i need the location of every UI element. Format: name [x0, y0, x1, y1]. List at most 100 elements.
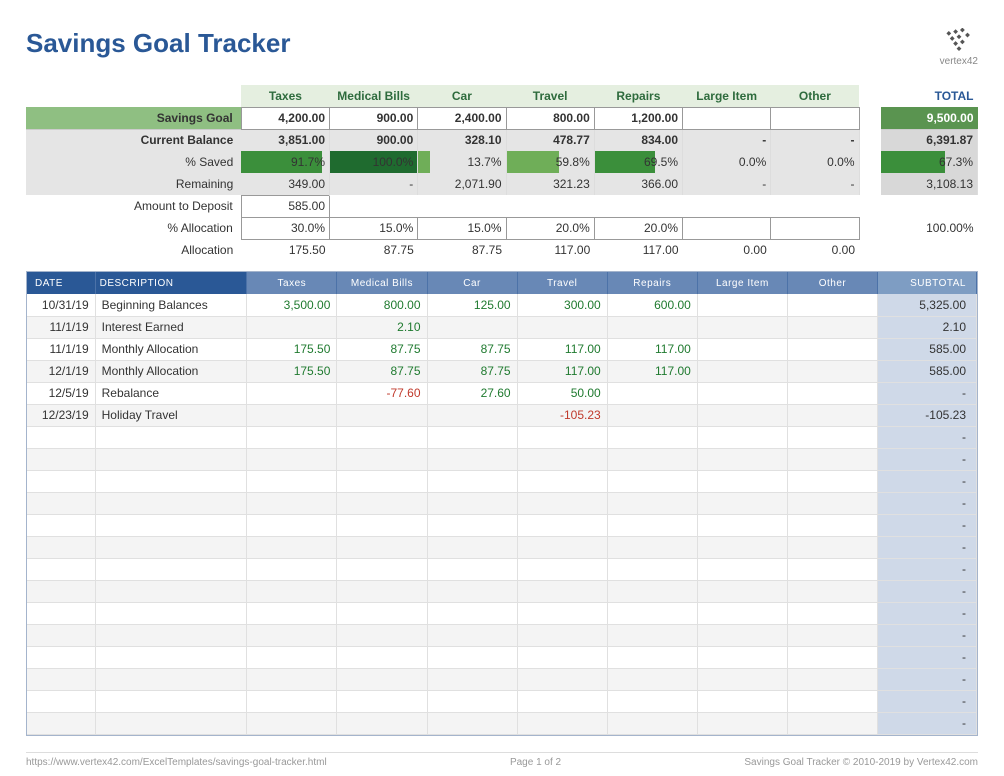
txn-val[interactable]	[517, 580, 607, 602]
txn-desc[interactable]	[95, 712, 247, 734]
txn-val[interactable]	[247, 536, 337, 558]
txn-val[interactable]	[607, 646, 697, 668]
txn-val[interactable]	[517, 536, 607, 558]
txn-val[interactable]: 27.60	[427, 382, 517, 404]
alloc-pct-cell[interactable]	[683, 217, 771, 239]
txn-date[interactable]	[27, 470, 95, 492]
goal-cell[interactable]	[683, 107, 771, 129]
txn-date[interactable]	[27, 514, 95, 536]
txn-val[interactable]	[517, 470, 607, 492]
txn-val[interactable]	[427, 536, 517, 558]
deposit-cell[interactable]: 585.00	[241, 195, 329, 217]
txn-val[interactable]	[697, 426, 787, 448]
txn-val[interactable]	[787, 690, 877, 712]
txn-val[interactable]	[247, 580, 337, 602]
txn-val[interactable]	[697, 624, 787, 646]
table-row[interactable]: -	[27, 602, 977, 624]
txn-val[interactable]	[517, 316, 607, 338]
txn-val[interactable]	[337, 492, 427, 514]
alloc-pct-cell[interactable]: 30.0%	[241, 217, 329, 239]
txn-desc[interactable]	[95, 514, 247, 536]
txn-desc[interactable]: Monthly Allocation	[95, 338, 247, 360]
txn-val[interactable]	[517, 448, 607, 470]
txn-val[interactable]	[427, 448, 517, 470]
txn-val[interactable]	[697, 404, 787, 426]
txn-date[interactable]	[27, 580, 95, 602]
goal-cell[interactable]	[771, 107, 859, 129]
txn-val[interactable]	[787, 426, 877, 448]
txn-date[interactable]	[27, 646, 95, 668]
txn-desc[interactable]: Monthly Allocation	[95, 360, 247, 382]
txn-val[interactable]	[787, 382, 877, 404]
txn-val[interactable]	[697, 690, 787, 712]
txn-val[interactable]	[427, 492, 517, 514]
txn-val[interactable]	[607, 536, 697, 558]
txn-date[interactable]: 12/1/19	[27, 360, 95, 382]
txn-val[interactable]	[517, 624, 607, 646]
txn-val[interactable]	[247, 448, 337, 470]
txn-val[interactable]	[787, 602, 877, 624]
txn-desc[interactable]	[95, 624, 247, 646]
txn-val[interactable]: 117.00	[607, 338, 697, 360]
txn-val[interactable]	[427, 580, 517, 602]
txn-val[interactable]	[787, 316, 877, 338]
txn-val[interactable]: 87.75	[337, 360, 427, 382]
txn-val[interactable]	[337, 624, 427, 646]
txn-val[interactable]	[787, 360, 877, 382]
goal-cell[interactable]: 1,200.00	[594, 107, 682, 129]
txn-val[interactable]	[517, 646, 607, 668]
txn-val[interactable]	[607, 690, 697, 712]
txn-val[interactable]	[517, 558, 607, 580]
txn-val[interactable]	[247, 316, 337, 338]
txn-val[interactable]	[247, 404, 337, 426]
txn-date[interactable]	[27, 448, 95, 470]
txn-val[interactable]	[337, 602, 427, 624]
txn-val[interactable]	[247, 646, 337, 668]
txn-date[interactable]	[27, 668, 95, 690]
txn-val[interactable]	[697, 712, 787, 734]
txn-val[interactable]	[697, 514, 787, 536]
txn-desc[interactable]: Interest Earned	[95, 316, 247, 338]
txn-val[interactable]	[607, 514, 697, 536]
txn-val[interactable]	[787, 668, 877, 690]
txn-val[interactable]	[697, 602, 787, 624]
table-row[interactable]: -	[27, 470, 977, 492]
txn-date[interactable]	[27, 558, 95, 580]
txn-val[interactable]	[337, 646, 427, 668]
alloc-pct-cell[interactable]	[771, 217, 859, 239]
txn-date[interactable]	[27, 536, 95, 558]
txn-val[interactable]	[337, 668, 427, 690]
table-row[interactable]: 10/31/19Beginning Balances3,500.00800.00…	[27, 294, 977, 316]
txn-date[interactable]: 11/1/19	[27, 338, 95, 360]
txn-val[interactable]	[427, 668, 517, 690]
txn-desc[interactable]	[95, 580, 247, 602]
txn-date[interactable]	[27, 602, 95, 624]
txn-val[interactable]	[787, 558, 877, 580]
txn-val[interactable]	[247, 690, 337, 712]
txn-val[interactable]	[787, 338, 877, 360]
table-row[interactable]: -	[27, 712, 977, 734]
txn-val[interactable]: 600.00	[607, 294, 697, 316]
txn-desc[interactable]	[95, 646, 247, 668]
table-row[interactable]: 12/5/19Rebalance-77.6027.6050.00-	[27, 382, 977, 404]
txn-val[interactable]	[247, 382, 337, 404]
txn-val[interactable]	[607, 492, 697, 514]
table-row[interactable]: -	[27, 426, 977, 448]
txn-date[interactable]: 11/1/19	[27, 316, 95, 338]
txn-val[interactable]	[247, 624, 337, 646]
txn-date[interactable]: 12/23/19	[27, 404, 95, 426]
txn-val[interactable]: 175.50	[247, 338, 337, 360]
txn-val[interactable]	[607, 316, 697, 338]
txn-val[interactable]	[427, 404, 517, 426]
txn-desc[interactable]	[95, 536, 247, 558]
txn-val[interactable]	[247, 712, 337, 734]
txn-val[interactable]	[517, 514, 607, 536]
txn-val[interactable]	[607, 404, 697, 426]
txn-val[interactable]	[697, 338, 787, 360]
table-row[interactable]: 12/1/19Monthly Allocation175.5087.7587.7…	[27, 360, 977, 382]
table-row[interactable]: -	[27, 624, 977, 646]
txn-date[interactable]	[27, 712, 95, 734]
txn-val[interactable]	[607, 448, 697, 470]
txn-val[interactable]	[427, 646, 517, 668]
txn-val[interactable]	[787, 646, 877, 668]
